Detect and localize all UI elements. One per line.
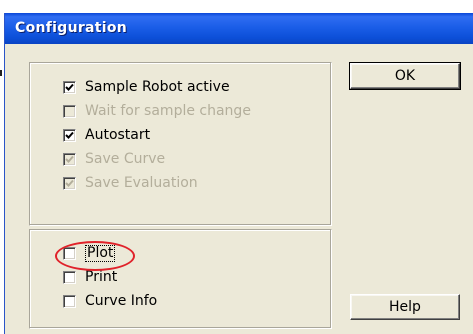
checkmark-icon <box>65 179 74 187</box>
checkbox-box[interactable] <box>63 80 76 94</box>
ok-button[interactable]: OK <box>349 62 461 90</box>
checkbox-label: Sample Robot active <box>85 79 230 95</box>
checkbox-box <box>63 176 76 190</box>
checkbox-label: Print <box>85 269 118 285</box>
title-bar[interactable]: Configuration <box>5 13 473 44</box>
checkbox-box <box>63 152 76 166</box>
checkbox-label: Curve Info <box>85 293 158 309</box>
checkmark-icon <box>65 155 74 163</box>
configuration-dialog: Configuration Sample Robot active Wait f… <box>4 13 473 334</box>
checkbox-box[interactable] <box>63 294 76 308</box>
checkbox-label: Autostart <box>85 127 151 143</box>
highlight-ellipse <box>55 241 135 271</box>
checkbox-label: Wait for sample change <box>85 103 251 119</box>
checkbox-label: Save Curve <box>85 151 166 167</box>
sample-robot-active-checkbox[interactable]: Sample Robot active <box>63 78 230 96</box>
stray-mark <box>0 70 2 76</box>
checkmark-icon <box>65 83 74 91</box>
curve-info-checkbox[interactable]: Curve Info <box>63 292 157 310</box>
checkmark-icon <box>65 131 74 139</box>
help-button[interactable]: Help <box>350 294 460 320</box>
window-title: Configuration <box>15 20 128 36</box>
checkbox-label: Save Evaluation <box>85 175 198 191</box>
checkbox-box[interactable] <box>63 128 76 142</box>
save-evaluation-checkbox: Save Evaluation <box>63 174 198 192</box>
save-curve-checkbox: Save Curve <box>63 150 165 168</box>
autostart-checkbox[interactable]: Autostart <box>63 126 150 144</box>
checkbox-box[interactable] <box>63 270 76 284</box>
wait-for-sample-change-checkbox: Wait for sample change <box>63 102 251 120</box>
checkbox-box <box>63 104 76 118</box>
